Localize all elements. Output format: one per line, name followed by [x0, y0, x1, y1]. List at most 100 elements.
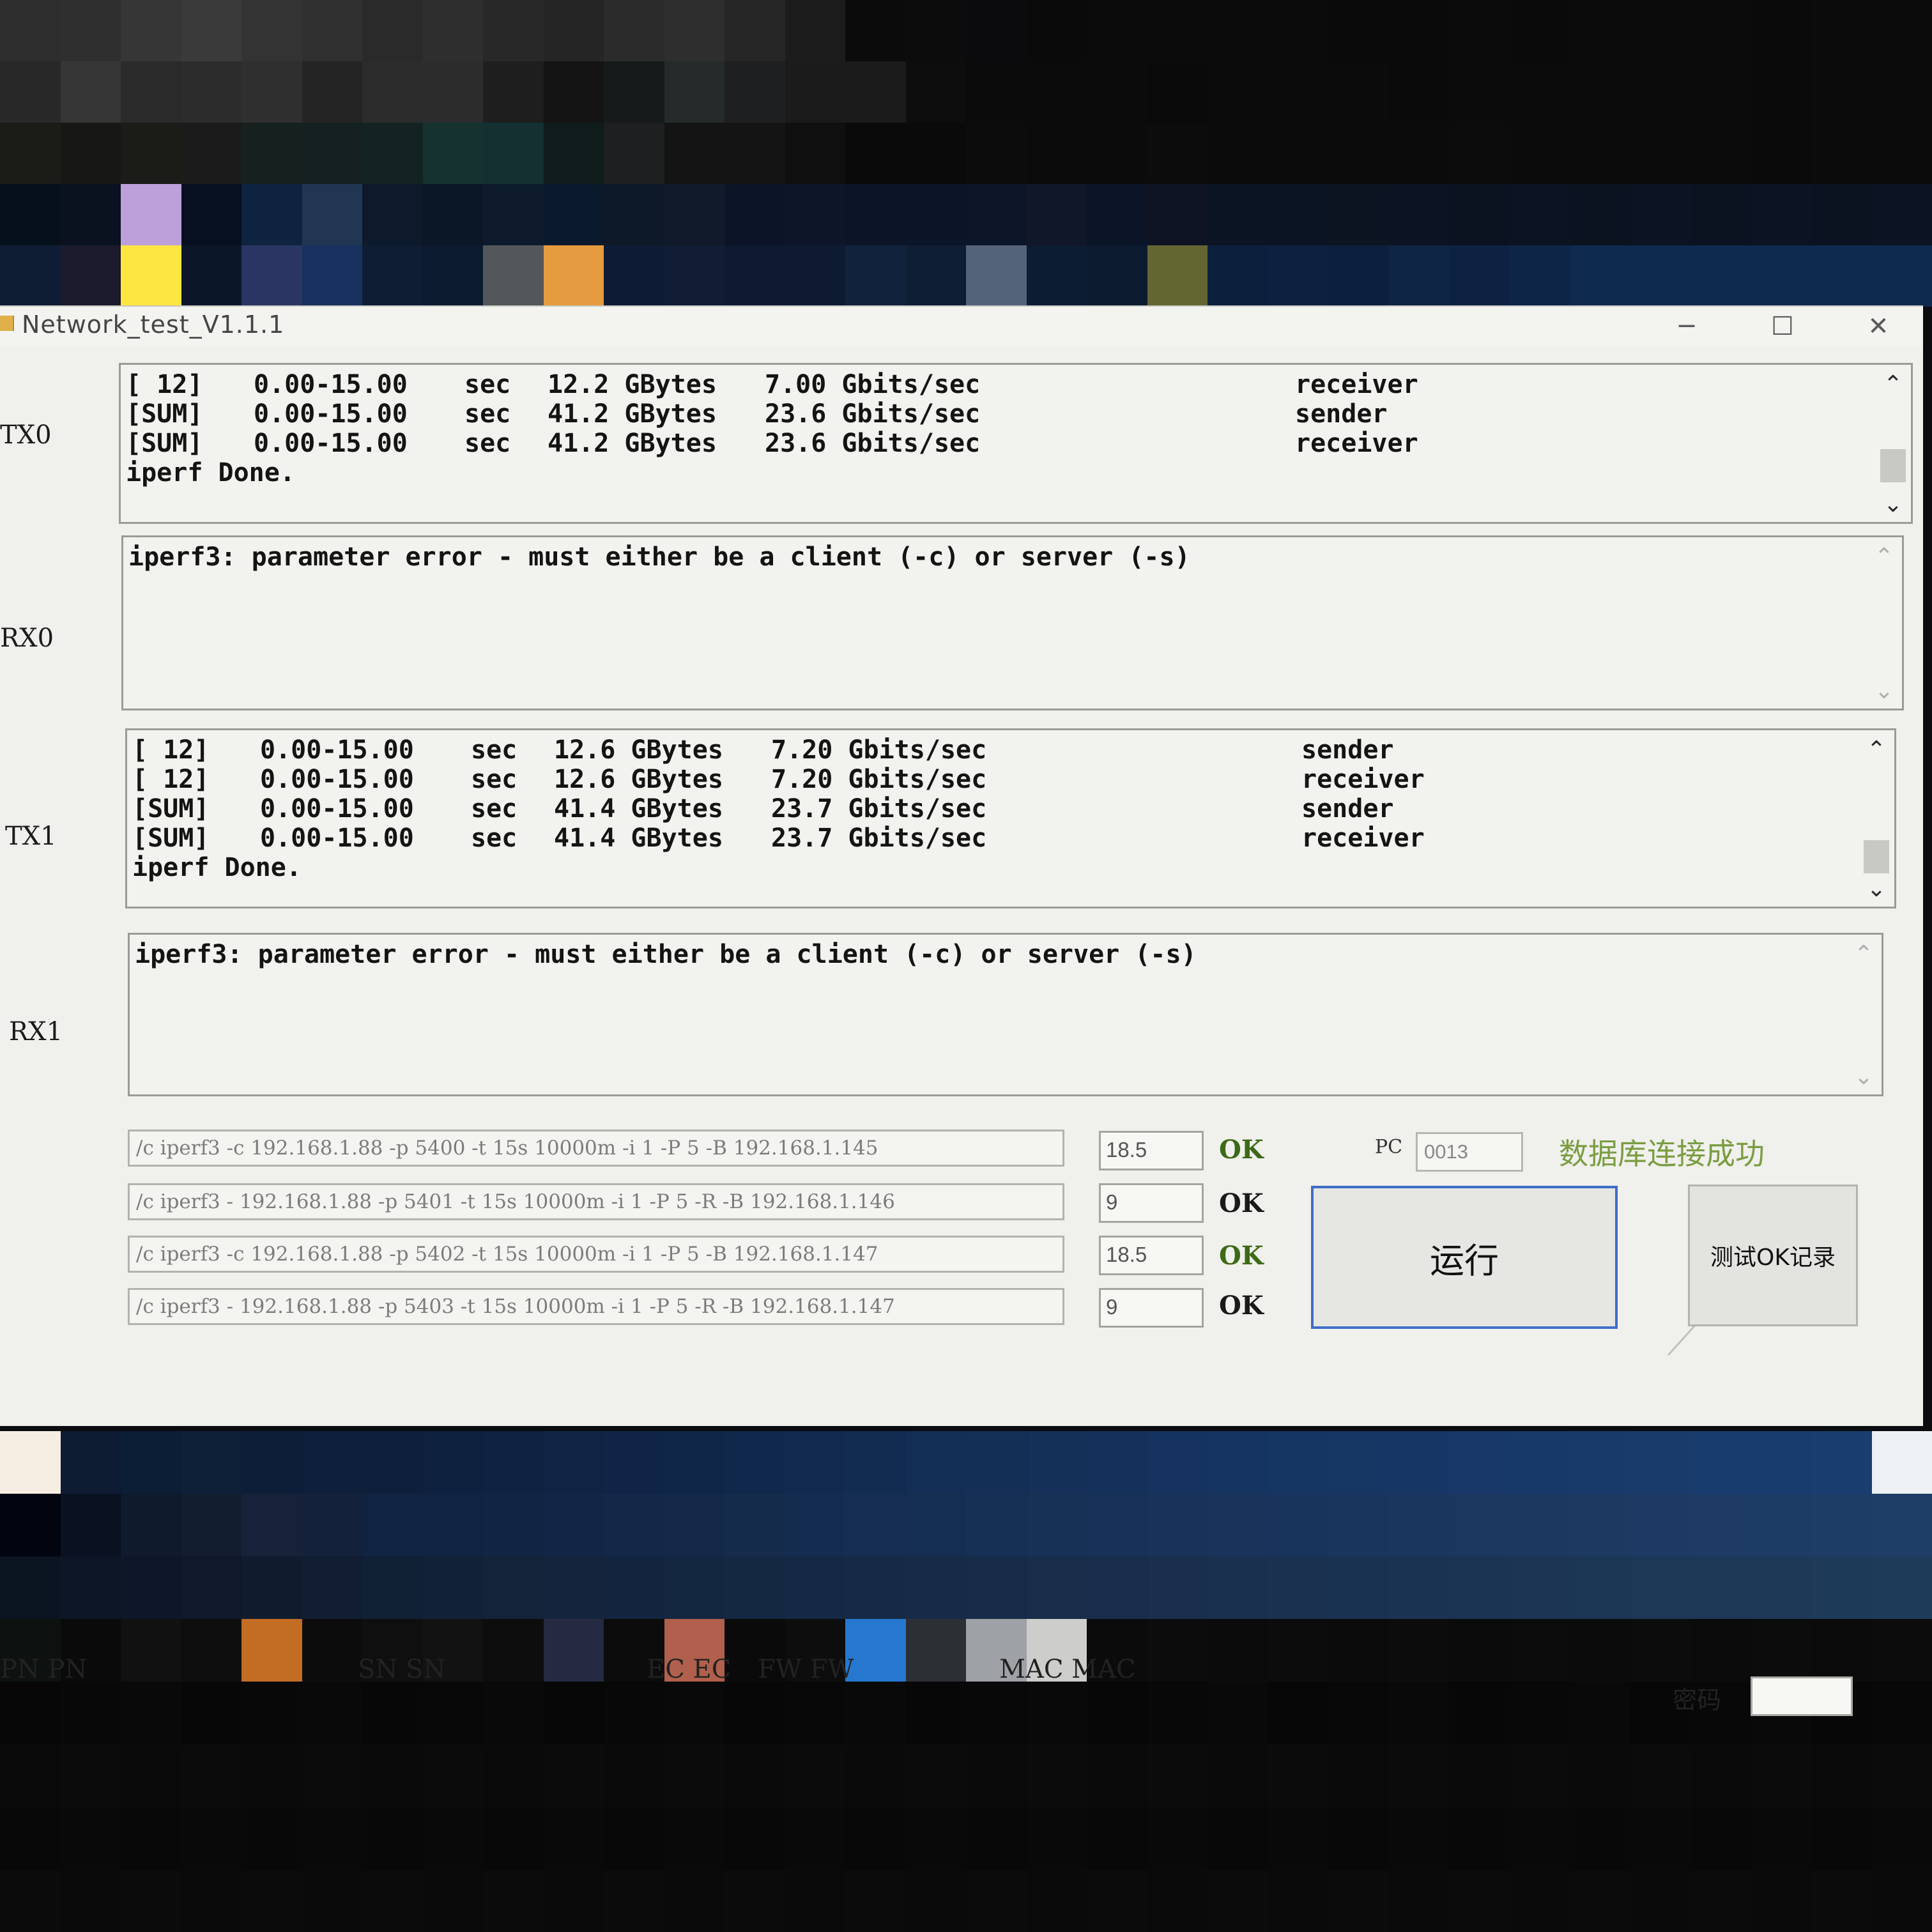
scroll-down-icon[interactable]: ⌄ [1846, 1062, 1882, 1091]
log-role: sender [1295, 399, 1388, 429]
rx1-log-box[interactable]: iperf3: parameter error - must either be… [128, 933, 1883, 1096]
command-input-tx0[interactable]: /c iperf3 -c 192.168.1.88 -p 5400 -t 15s… [128, 1130, 1064, 1167]
close-button[interactable]: ✕ [1840, 307, 1917, 346]
mosaic-cell [905, 1494, 966, 1556]
mosaic-cell [966, 1807, 1027, 1869]
mosaic-cell [724, 1556, 785, 1619]
log-footer: iperf Done. [132, 853, 302, 882]
app-window: Network_test_V1.1.1 ─ ☐ ✕ TX0 RX0 TX1 RX… [0, 305, 1923, 1716]
mosaic-cell [1509, 0, 1570, 61]
window-title: Network_test_V1.1.1 [22, 310, 285, 339]
mosaic-cell [1328, 1869, 1389, 1932]
tx0-log-text: [ 12] 0.00-15.00 sec 12.2 GBytes 7.00 Gbits/… [126, 370, 1873, 487]
mosaic-cell [241, 184, 302, 245]
scroll-thumb[interactable] [1864, 840, 1889, 873]
mosaic-cell [60, 184, 121, 245]
mosaic-cell [543, 61, 604, 123]
mosaic-cell [181, 1431, 241, 1494]
run-button[interactable]: 运行 [1311, 1186, 1618, 1329]
log-line: [SUM] 0.00-15.00 sec 41.2 GBytes 23.6 Gbits/… [126, 399, 1873, 429]
command-input-rx1[interactable]: /c iperf3 - 192.168.1.88 -p 5403 -t 15s … [128, 1288, 1064, 1325]
rx1-scrollbar[interactable]: ⌃ ⌄ [1846, 935, 1882, 1094]
tx0-log-box[interactable]: [ 12] 0.00-15.00 sec 12.2 GBytes 7.00 Gbits/… [119, 363, 1913, 524]
mosaic-cell [362, 1682, 423, 1744]
scroll-down-icon[interactable]: ⌄ [1866, 677, 1902, 705]
mosaic-cell [966, 1869, 1027, 1932]
mosaic-cell [1871, 1431, 1932, 1494]
mosaic-cell [664, 61, 724, 123]
log-role: receiver [1295, 370, 1418, 399]
mosaic-cell [966, 1494, 1027, 1556]
mosaic-cell [1509, 245, 1570, 307]
mosaic-cell [1449, 1431, 1510, 1494]
mosaic-cell [1026, 123, 1087, 184]
result-field-tx0[interactable]: 18.5 [1099, 1131, 1204, 1170]
mosaic-cell [241, 245, 302, 307]
mosaic-cell [483, 1744, 544, 1807]
mosaic-cell [604, 123, 664, 184]
mosaic-cell [664, 123, 724, 184]
scroll-up-icon[interactable]: ⌃ [1859, 735, 1894, 763]
mosaic-cell [60, 1682, 121, 1744]
mosaic-cell [1087, 1431, 1147, 1494]
mosaic-cell [0, 1807, 61, 1869]
log-id: [SUM] [132, 794, 210, 824]
mosaic-cell [181, 1869, 241, 1932]
log-bitrate: 23.6 Gbits/sec [765, 429, 981, 458]
tx1-scrollbar[interactable]: ⌃ ⌄ [1859, 730, 1894, 907]
rx0-scrollbar[interactable]: ⌃ ⌄ [1866, 537, 1902, 709]
mosaic-cell [483, 184, 544, 245]
pn-label: PN PN [0, 1655, 88, 1684]
app-icon [0, 316, 14, 331]
mosaic-cell [664, 245, 724, 307]
mosaic-cell [543, 1556, 604, 1619]
mosaic-cell [1751, 245, 1811, 307]
mosaic-cell [1509, 123, 1570, 184]
rx0-log-box[interactable]: iperf3: parameter error - must either be… [121, 535, 1904, 710]
mosaic-cell [1811, 1556, 1872, 1619]
mosaic-cell [302, 1431, 362, 1494]
log-unit: sec [471, 794, 518, 824]
mac-label: MAC MAC [999, 1655, 1136, 1684]
pc-field[interactable]: 0013 [1416, 1132, 1523, 1172]
mosaic-cell [543, 1431, 604, 1494]
minimize-button[interactable]: ─ [1648, 307, 1725, 346]
mosaic-cell [845, 1807, 906, 1869]
mosaic-cell [241, 1744, 302, 1807]
scroll-down-icon[interactable]: ⌄ [1875, 490, 1911, 518]
scroll-down-icon[interactable]: ⌄ [1859, 875, 1894, 903]
scroll-up-icon[interactable]: ⌃ [1846, 940, 1882, 968]
mosaic-cell [1690, 1807, 1751, 1869]
mosaic-cell [1328, 1494, 1389, 1556]
mosaic-cell [966, 123, 1027, 184]
mosaic-cell [785, 61, 845, 123]
maximize-button[interactable]: ☐ [1744, 307, 1821, 346]
log-role: receiver [1301, 824, 1425, 853]
result-field-rx1[interactable]: 9 [1099, 1288, 1204, 1328]
scroll-up-icon[interactable]: ⌃ [1866, 542, 1902, 571]
scroll-thumb[interactable] [1880, 449, 1906, 482]
tx1-log-box[interactable]: [ 12] 0.00-15.00 sec 12.6 GBytes 7.20 Gbits/… [125, 728, 1896, 908]
mosaic-cell [1026, 184, 1087, 245]
tx0-scrollbar[interactable]: ⌃ ⌄ [1875, 365, 1911, 522]
mosaic-cell [241, 1431, 302, 1494]
mosaic-cell [1388, 123, 1449, 184]
result-field-tx1[interactable]: 18.5 [1099, 1236, 1204, 1275]
mosaic-cell [1388, 1744, 1449, 1807]
result-field-rx0[interactable]: 9 [1099, 1183, 1204, 1223]
status-ok-rx1: OK [1219, 1291, 1264, 1321]
log-unit: sec [464, 399, 511, 429]
mosaic-cell [785, 1869, 845, 1932]
mosaic-cell [785, 0, 845, 61]
command-input-tx1[interactable]: /c iperf3 -c 192.168.1.88 -p 5402 -t 15s… [128, 1236, 1064, 1273]
mosaic-cell [905, 1556, 966, 1619]
mosaic-cell [1208, 184, 1268, 245]
mosaic-cell [1087, 184, 1147, 245]
password-field[interactable] [1751, 1676, 1853, 1716]
ok-record-button[interactable]: 测试OK记录 [1688, 1184, 1858, 1326]
command-input-rx0[interactable]: /c iperf3 - 192.168.1.88 -p 5401 -t 15s … [128, 1183, 1064, 1220]
sn-label: SN SN [358, 1655, 446, 1684]
mosaic-cell [785, 1556, 845, 1619]
scroll-up-icon[interactable]: ⌃ [1875, 370, 1911, 398]
mosaic-cell [422, 123, 483, 184]
